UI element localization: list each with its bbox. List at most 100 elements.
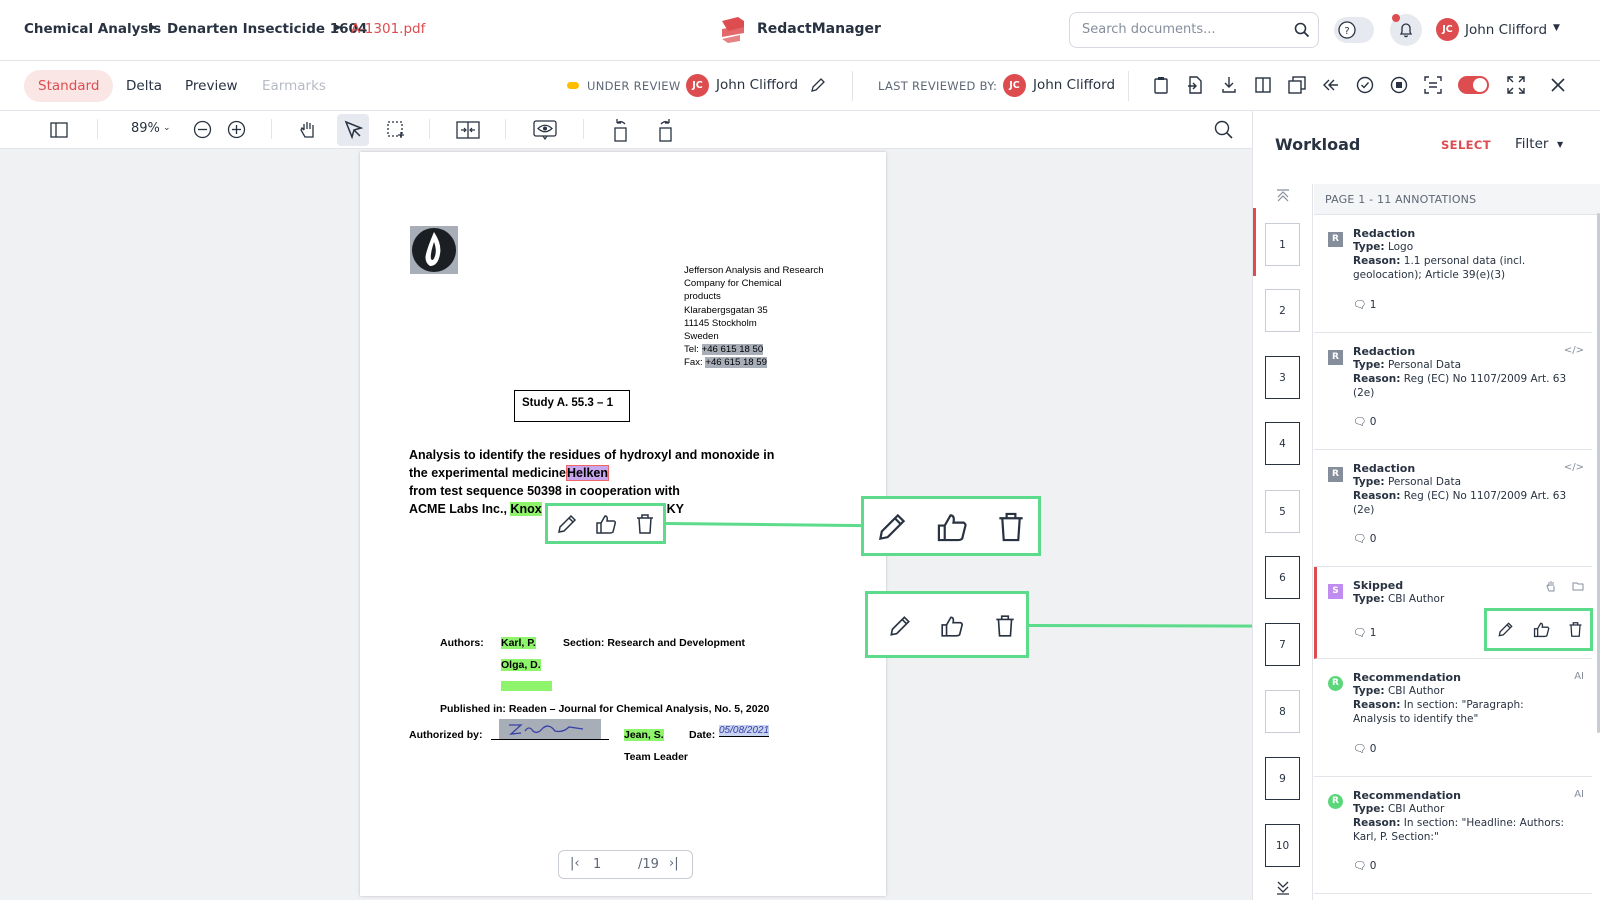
help-mode-toggle[interactable]: ? <box>1334 17 1374 43</box>
page-thumbnail[interactable]: 8 <box>1265 690 1300 733</box>
fax-redaction[interactable]: +46 615 18 59 <box>705 357 767 369</box>
ai-tag: AI <box>1574 789 1584 800</box>
breadcrumb-project[interactable]: Chemical Analysis <box>24 21 161 37</box>
page-thumbnail[interactable]: 4 <box>1265 422 1300 465</box>
reviewer-name[interactable]: John Clifford <box>716 77 798 93</box>
comments-count[interactable]: 🗨 1 <box>1353 626 1376 639</box>
user-name[interactable]: John Clifford <box>1465 22 1547 38</box>
page-thumbnail[interactable]: 9 <box>1265 757 1300 800</box>
folder-icon[interactable] <box>1572 580 1584 592</box>
pencil-icon[interactable] <box>556 513 578 535</box>
zoom-in-icon[interactable] <box>227 120 246 139</box>
tab-standard[interactable]: Standard <box>24 70 114 102</box>
breadcrumb-file[interactable]: A-1301.pdf <box>351 21 425 37</box>
first-page-icon[interactable]: |‹ <box>570 856 580 871</box>
pencil-icon[interactable] <box>1497 621 1514 638</box>
author-annotation[interactable]: Olga, D. <box>501 659 541 671</box>
title-line: Analysis to identify the residues of hyd… <box>409 448 775 462</box>
annotation-item[interactable]: R Redaction Type: Logo Reason: 1.1 perso… <box>1314 215 1592 333</box>
toggle-sidebar-button[interactable] <box>43 114 75 146</box>
preview-button[interactable] <box>529 114 561 146</box>
pan-tool-button[interactable] <box>292 114 324 146</box>
clipboard-icon[interactable] <box>1153 76 1169 94</box>
select-tool-button[interactable] <box>337 114 369 146</box>
thumbs-up-icon[interactable] <box>1533 621 1550 638</box>
page-thumbnail[interactable]: 2 <box>1265 289 1300 332</box>
pencil-icon[interactable] <box>810 77 826 93</box>
comments-count[interactable]: 🗨 0 <box>1353 742 1376 755</box>
tab-delta[interactable]: Delta <box>112 70 176 102</box>
recommendation-annotation[interactable]: Knox <box>510 502 542 516</box>
trash-icon[interactable] <box>1568 621 1583 638</box>
comments-count[interactable]: 🗨 1 <box>1353 298 1376 311</box>
chevron-down-icon[interactable]: ⌄ <box>163 123 171 133</box>
check-circle-icon[interactable] <box>1356 76 1374 94</box>
trash-icon[interactable] <box>996 511 1026 543</box>
annotation-item[interactable]: R Redaction </> Type: Personal Data Reas… <box>1314 450 1592 567</box>
scroll-top-icon[interactable] <box>1275 188 1291 202</box>
search-icon[interactable] <box>1214 120 1233 139</box>
rotate-left-button[interactable] <box>605 114 637 146</box>
tab-earmarks[interactable]: Earmarks <box>248 70 340 102</box>
thumbs-up-icon[interactable] <box>595 513 617 535</box>
skipped-annotation[interactable]: Helken <box>566 465 610 481</box>
compare-button[interactable] <box>452 114 484 146</box>
trash-icon[interactable] <box>635 513 655 535</box>
zoom-out-icon[interactable] <box>193 120 212 139</box>
scan-icon[interactable] <box>1424 76 1442 94</box>
comments-count[interactable]: 🗨 0 <box>1353 532 1376 545</box>
page-thumbnail[interactable]: 6 <box>1265 556 1300 599</box>
page-thumbnail[interactable]: 1 <box>1265 223 1300 266</box>
copy-pages-icon[interactable] <box>1288 76 1306 94</box>
annotation-item[interactable]: R Recommendation AI Type: CBI Author Rea… <box>1314 659 1592 777</box>
fullscreen-icon[interactable] <box>1507 76 1525 94</box>
last-page-icon[interactable]: ›| <box>669 856 679 871</box>
thumbs-up-icon[interactable] <box>936 511 968 543</box>
search-box[interactable]: Search documents... <box>1069 12 1319 48</box>
page-number-input[interactable]: 1 <box>593 857 601 872</box>
reason-label: Reason: <box>1353 490 1401 502</box>
scroll-bottom-icon[interactable] <box>1275 881 1291 895</box>
undo-all-icon[interactable] <box>1322 76 1340 94</box>
close-icon[interactable] <box>1550 77 1566 93</box>
caret-down-icon[interactable]: ▼ <box>1553 23 1560 33</box>
caret-down-icon[interactable]: ▼ <box>1557 140 1563 149</box>
company-logo-redacted[interactable] <box>410 226 458 274</box>
hand-icon[interactable] <box>1545 580 1557 592</box>
filter-dropdown[interactable]: Filter <box>1515 136 1548 152</box>
pencil-icon[interactable] <box>888 614 912 638</box>
rotate-right-button[interactable] <box>649 114 681 146</box>
comments-count[interactable]: 🗨 0 <box>1353 859 1376 872</box>
area-select-button[interactable] <box>380 114 412 146</box>
author-redaction-bar[interactable] <box>501 681 552 691</box>
signature-redaction[interactable] <box>499 719 601 739</box>
tab-preview[interactable]: Preview <box>171 70 252 102</box>
page-thumbnail[interactable]: 7 <box>1265 623 1300 666</box>
zoom-level[interactable]: 89% <box>131 121 160 136</box>
thumbs-up-icon[interactable] <box>940 614 964 638</box>
page-thumbnail[interactable]: 3 <box>1265 356 1300 399</box>
top-bar: Chemical Analysis ▶ Denarten Insecticide… <box>0 0 1600 61</box>
page-thumbnail[interactable]: 10 <box>1265 824 1300 867</box>
annotation-item[interactable]: R Recommendation AI Type: CBI Author Rea… <box>1314 777 1592 894</box>
search-input[interactable]: Search documents... <box>1082 22 1216 37</box>
comments-count[interactable]: 🗨 0 <box>1353 415 1376 428</box>
hand-icon <box>300 122 314 138</box>
trash-icon[interactable] <box>994 614 1016 638</box>
avatar[interactable]: JC <box>1436 18 1459 41</box>
pencil-icon[interactable] <box>876 511 908 543</box>
stop-circle-icon[interactable] <box>1390 76 1408 94</box>
download-icon[interactable] <box>1221 76 1237 94</box>
annotation-item[interactable]: R Redaction </> Type: Personal Data Reas… <box>1314 333 1592 450</box>
split-view-icon[interactable] <box>1254 76 1272 94</box>
date-annotation[interactable]: 05/08/2021 <box>719 725 770 737</box>
notifications-button[interactable] <box>1390 14 1422 46</box>
redaction-toggle[interactable] <box>1458 76 1489 94</box>
search-icon[interactable] <box>1294 22 1310 38</box>
author-annotation[interactable]: Karl, P. <box>501 637 536 649</box>
page-thumbnail[interactable]: 5 <box>1265 490 1300 533</box>
tel-redaction[interactable]: +46 615 18 50 <box>701 344 764 356</box>
file-import-icon[interactable] <box>1187 76 1203 94</box>
select-button[interactable]: SELECT <box>1441 138 1491 152</box>
signer-annotation[interactable]: Jean, S. <box>624 729 664 741</box>
